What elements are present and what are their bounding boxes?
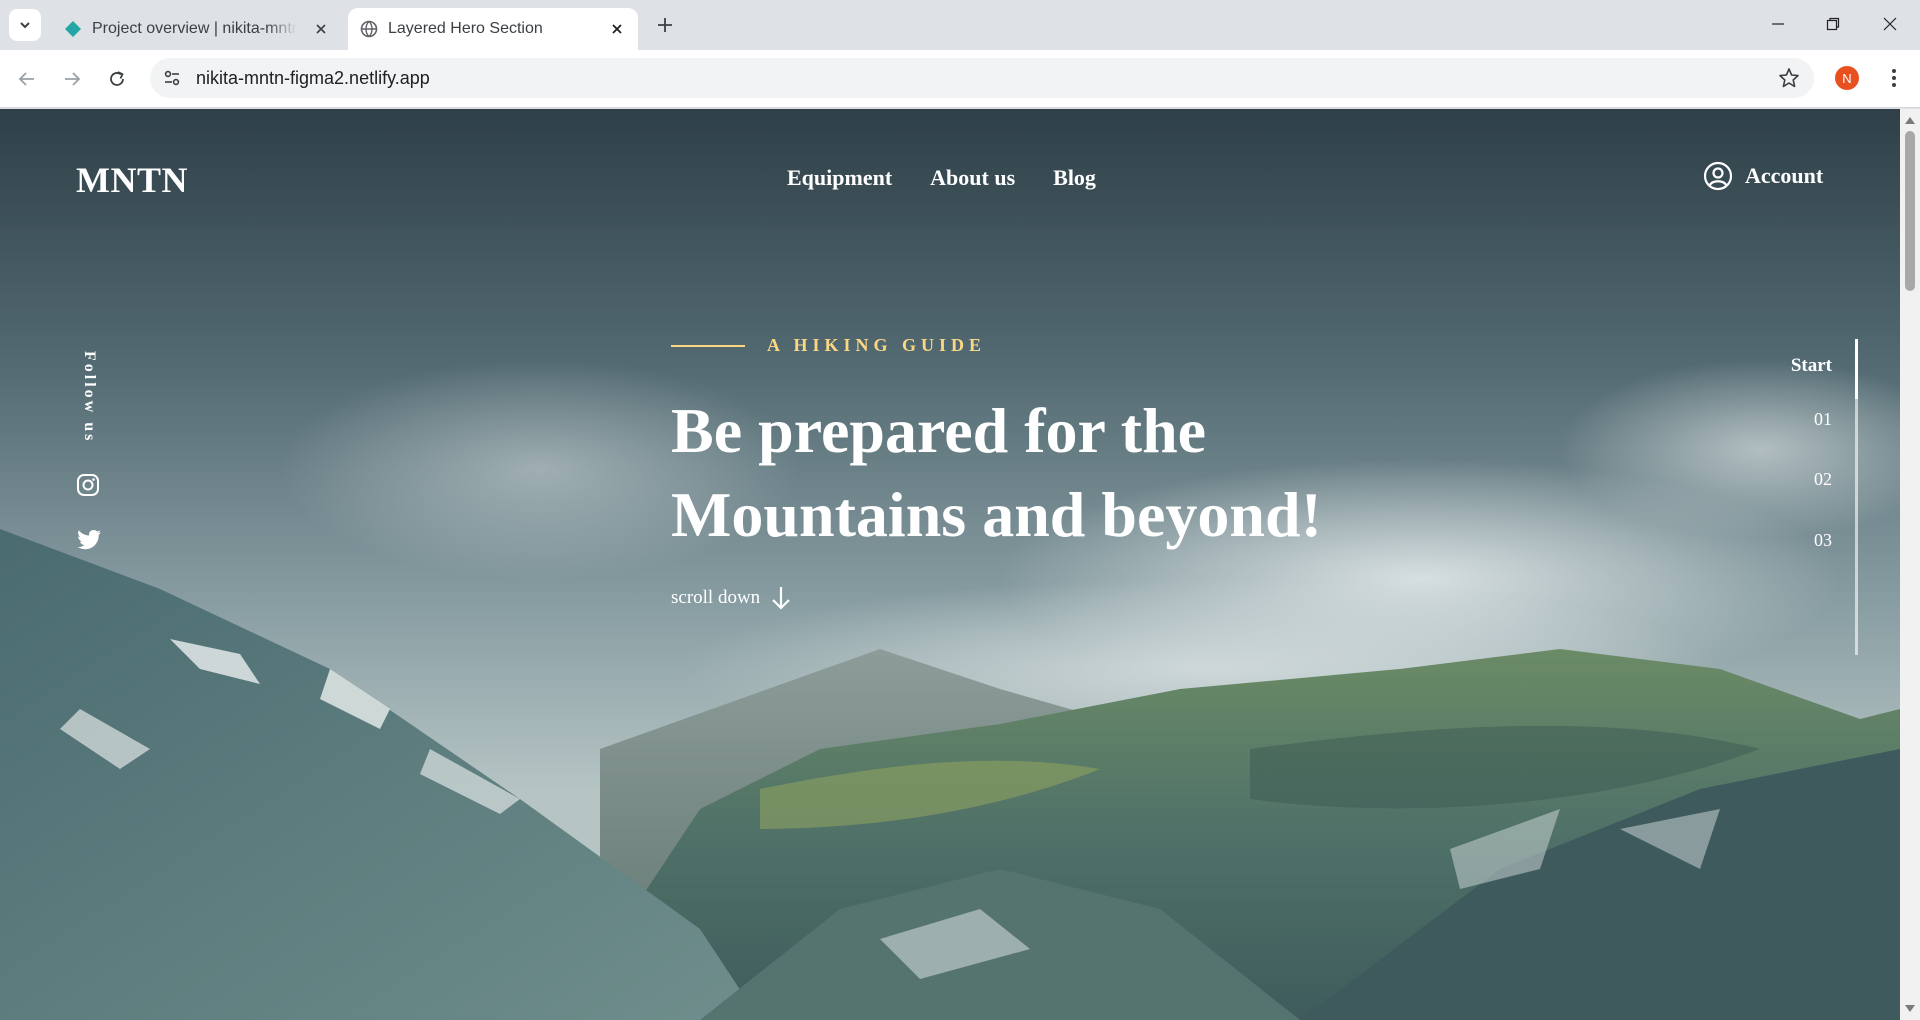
stepper-track [1855,339,1858,655]
main-nav: Equipment About us Blog [787,165,1096,191]
site-info-icon[interactable] [160,66,184,90]
arrow-left-icon [18,72,34,86]
instagram-icon[interactable] [76,473,100,497]
restore-icon [1826,17,1840,31]
eyebrow-text: A HIKING GUIDE [767,335,987,355]
chevron-down-icon [20,22,30,29]
scrollbar-thumb[interactable] [1905,131,1915,291]
new-tab-button[interactable] [652,12,678,38]
nav-link-blog[interactable]: Blog [1053,165,1096,191]
hero-eyebrow: A HIKING GUIDE [671,335,986,356]
more-vertical-icon [1892,69,1896,87]
user-circle-icon [1703,161,1733,191]
stepper-item-03[interactable]: 03 [1814,530,1832,551]
browser-tab-strip: Project overview | nikita-mntn-f Layered… [0,0,1920,50]
reload-icon [110,71,124,86]
page-viewport: MNTN Equipment About us Blog Account Fol… [0,109,1900,1020]
account-label: Account [1745,163,1824,188]
globe-icon [360,20,378,38]
close-tab-icon[interactable] [312,20,330,38]
forward-button[interactable] [55,62,89,96]
back-button[interactable] [10,62,44,96]
browser-menu-button[interactable] [1880,64,1908,92]
stepper-item-start[interactable]: Start [1791,355,1832,377]
minimize-icon [1772,23,1784,25]
close-tab-icon[interactable] [608,20,626,38]
stepper-progress [1855,339,1858,399]
arrow-right-icon [65,72,81,86]
plus-icon [658,18,672,32]
eyebrow-line [671,344,745,347]
browser-toolbar: nikita-mntn-figma2.netlify.app N [0,50,1920,108]
scroll-down-label: scroll down [671,587,761,608]
scroll-down-arrow-icon[interactable] [1904,1004,1916,1014]
nav-link-about-us[interactable]: About us [930,165,1015,191]
follow-us-label: Follow us [81,351,98,444]
restore-button[interactable] [1813,8,1853,40]
tab-title: Layered Hero Section [388,20,543,37]
twitter-icon[interactable] [76,527,102,553]
arrow-down-icon [772,587,790,610]
page-scrollbar[interactable] [1900,109,1920,1020]
scroll-up-arrow-icon[interactable] [1904,115,1916,125]
close-icon [1883,17,1897,31]
reload-button[interactable] [100,62,134,96]
address-bar[interactable]: nikita-mntn-figma2.netlify.app [150,58,1814,98]
follow-us-label-wrap: Follow us [76,351,98,461]
tab-layered-hero-section[interactable]: Layered Hero Section [348,8,638,50]
tab-title: Project overview | nikita-mntn-f [92,20,297,37]
tab-search-button[interactable] [9,9,41,41]
mountain-landscape-image [0,109,1900,1020]
nav-link-equipment[interactable]: Equipment [787,165,892,191]
minimize-button[interactable] [1758,8,1798,40]
close-window-button[interactable] [1870,8,1910,40]
netlify-favicon-icon [65,21,81,37]
profile-avatar[interactable]: N [1835,66,1859,90]
scroll-down-link[interactable]: scroll down [671,585,792,611]
stepper-item-01[interactable]: 01 [1814,409,1832,430]
hero-headline: Be prepared for the Mountains and beyond… [671,389,1431,557]
account-link[interactable]: Account [1703,161,1823,191]
stepper-item-02[interactable]: 02 [1814,469,1832,490]
headline-line-1: Be prepared for the [671,395,1207,466]
headline-line-2: Mountains and beyond! [671,479,1322,550]
url-text[interactable]: nikita-mntn-figma2.netlify.app [196,68,430,88]
site-logo[interactable]: MNTN [76,159,188,201]
tab-project-overview[interactable]: Project overview | nikita-mntn-f [52,8,342,50]
section-stepper: Start 01 02 03 [1720,339,1860,655]
bookmark-star-icon[interactable] [1778,67,1800,89]
